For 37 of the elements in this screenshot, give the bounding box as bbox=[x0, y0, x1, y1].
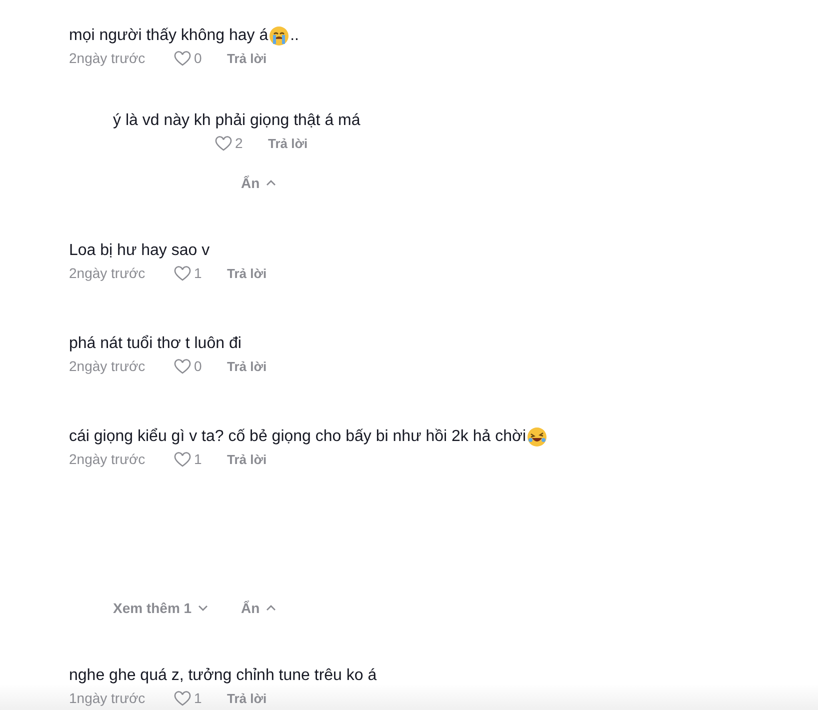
reply-link[interactable]: Trả lời bbox=[227, 50, 267, 66]
comment-text: Loa bị hư hay sao v bbox=[69, 241, 211, 261]
laughing-emoji-icon bbox=[527, 427, 548, 447]
comment-text: phá nát tuổi thơ t luôn đi bbox=[69, 334, 242, 354]
reply-link[interactable]: Trả lời bbox=[268, 136, 308, 150]
reply-link[interactable]: Trả lời bbox=[227, 452, 267, 466]
like-count: 1 bbox=[194, 690, 202, 706]
like-count: 0 bbox=[194, 50, 202, 66]
heart-icon[interactable] bbox=[174, 690, 191, 706]
like-count: 2 bbox=[235, 135, 243, 151]
comment-time: 2ngày trước bbox=[69, 265, 146, 281]
comment-time: 2ngày trước bbox=[69, 50, 146, 66]
chevron-up-icon bbox=[266, 605, 276, 611]
comment-time: 2ngày trước bbox=[69, 358, 146, 374]
heart-icon[interactable] bbox=[174, 266, 191, 280]
comment-time: 1ngày trước bbox=[69, 690, 146, 706]
reply-link[interactable]: Trả lời bbox=[227, 690, 267, 706]
like-count: 0 bbox=[194, 358, 202, 374]
comment-text: ý là vd này kh phải giọng thật á má bbox=[113, 111, 362, 131]
heart-icon[interactable] bbox=[174, 358, 191, 374]
heart-icon[interactable] bbox=[215, 136, 232, 150]
hide-link[interactable]: Ẩn bbox=[241, 175, 818, 191]
comment-time: 2ngày trước bbox=[69, 451, 146, 467]
like-count: 1 bbox=[194, 265, 202, 281]
heart-icon[interactable] bbox=[174, 50, 191, 66]
comment-text: mọi người thấy không hay á .. bbox=[69, 25, 300, 47]
like-count: 1 bbox=[194, 451, 202, 467]
chevron-up-icon bbox=[266, 180, 276, 186]
heart-icon[interactable] bbox=[174, 452, 191, 466]
view-more-link[interactable]: Xem thêm 1 bbox=[113, 600, 241, 616]
reply-link[interactable]: Trả lời bbox=[227, 266, 267, 280]
crying-emoji-icon bbox=[269, 26, 290, 46]
hide-link[interactable]: Ẩn bbox=[241, 600, 818, 616]
comment-text: cái giọng kiểu gì v ta? cố bẻ giọng cho bấy bi như hồi 2k hả chời bbox=[69, 426, 818, 448]
chevron-down-icon bbox=[198, 605, 208, 611]
comment-text: nghe ghe quá z, tưởng chỉnh tune trêu ko á bbox=[69, 666, 378, 686]
reply-link[interactable]: Trả lời bbox=[227, 358, 267, 374]
